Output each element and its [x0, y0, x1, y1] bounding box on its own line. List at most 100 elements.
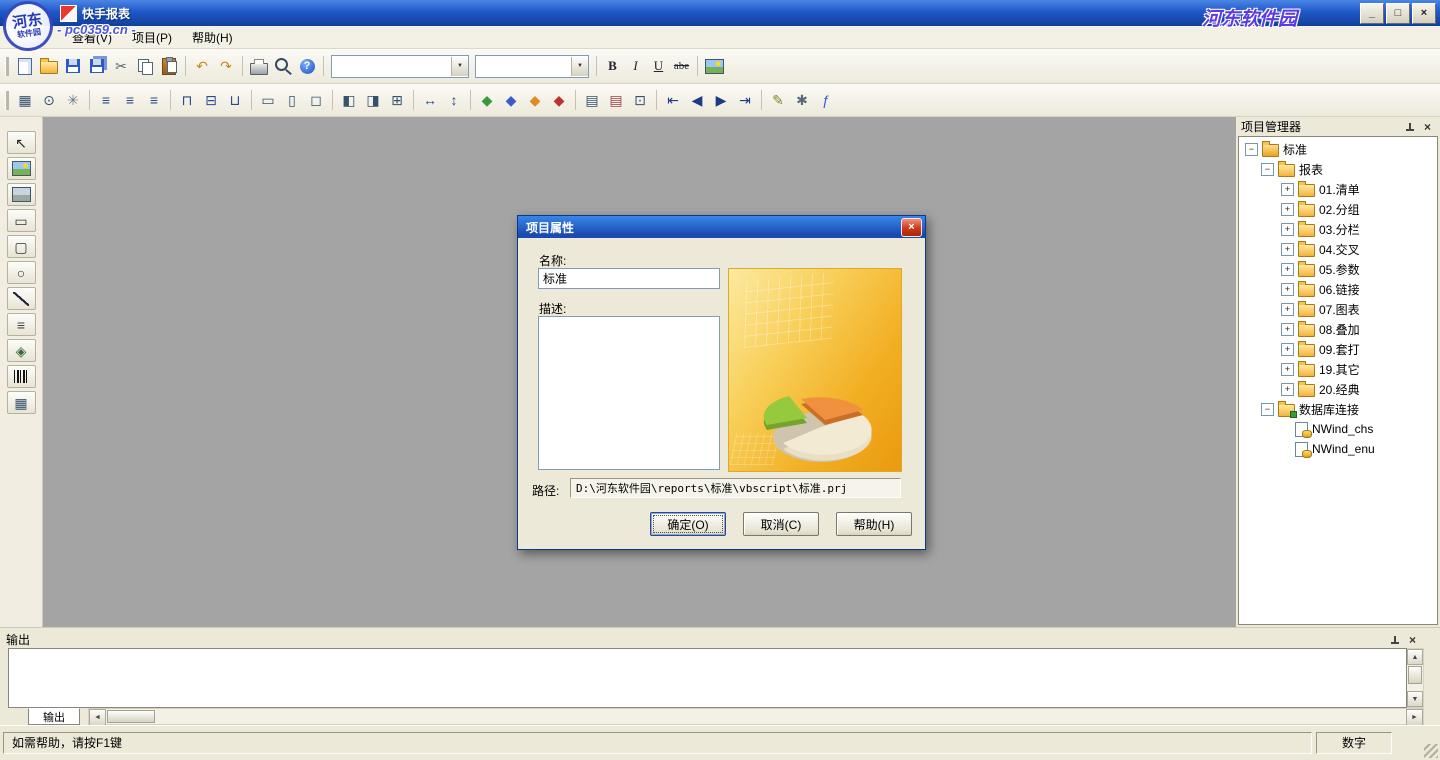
- align-centers-button[interactable]: ≡: [118, 89, 142, 112]
- group-button[interactable]: ⊞: [385, 89, 409, 112]
- last-page-button[interactable]: ⇥: [733, 89, 757, 112]
- grid-settings-button[interactable]: ✳: [61, 89, 85, 112]
- tree-item[interactable]: NWind_enu: [1239, 439, 1437, 459]
- resize-grip[interactable]: [1424, 744, 1438, 758]
- design-pen-button[interactable]: ✎: [766, 89, 790, 112]
- redo-button[interactable]: ↷: [214, 55, 238, 78]
- tree-item[interactable]: +05.参数: [1239, 259, 1437, 279]
- font-size-combo[interactable]: [475, 55, 589, 78]
- collapse-icon[interactable]: −: [1261, 403, 1274, 416]
- tree-item[interactable]: +03.分栏: [1239, 219, 1437, 239]
- dialog-title-bar[interactable]: 项目属性 ×: [518, 216, 925, 238]
- italic-button[interactable]: I: [624, 55, 647, 77]
- tree-item[interactable]: +07.图表: [1239, 299, 1437, 319]
- tree-item[interactable]: +19.其它: [1239, 359, 1437, 379]
- window-maximize-button[interactable]: □: [1386, 3, 1410, 24]
- align-tops-button[interactable]: ⊓: [175, 89, 199, 112]
- preferences-button[interactable]: ✱: [790, 89, 814, 112]
- close-icon[interactable]: [1405, 633, 1420, 647]
- first-page-button[interactable]: ⇤: [661, 89, 685, 112]
- align-rights-button[interactable]: ≡: [142, 89, 166, 112]
- zoom-button[interactable]: ⊙: [37, 89, 61, 112]
- prev-page-button[interactable]: ◀: [685, 89, 709, 112]
- dropdown-arrow-icon[interactable]: [451, 57, 468, 76]
- output-vertical-scrollbar[interactable]: ▲ ▼: [1407, 648, 1424, 708]
- bold-button[interactable]: B: [601, 55, 624, 77]
- align-middles-button[interactable]: ⊟: [199, 89, 223, 112]
- tree-item[interactable]: +04.交叉: [1239, 239, 1437, 259]
- pin-icon[interactable]: [1387, 633, 1402, 647]
- copy-button[interactable]: [133, 55, 157, 78]
- next-page-button[interactable]: ▶: [709, 89, 733, 112]
- new-report-button[interactable]: [13, 55, 37, 78]
- description-textarea[interactable]: [538, 316, 720, 470]
- line-tool-button[interactable]: [7, 287, 36, 310]
- space-across-button[interactable]: ↔: [418, 89, 442, 112]
- expand-icon[interactable]: +: [1281, 343, 1294, 356]
- align-bottoms-button[interactable]: ⊔: [223, 89, 247, 112]
- select-tool-button[interactable]: ↖: [7, 131, 36, 154]
- cancel-button[interactable]: 取消(C): [743, 512, 819, 536]
- tree-item[interactable]: +20.经典: [1239, 379, 1437, 399]
- dropdown-arrow-icon[interactable]: [571, 57, 588, 76]
- tree-item[interactable]: −报表: [1239, 159, 1437, 179]
- output-horizontal-scrollbar[interactable]: ◄ ►: [88, 708, 1424, 725]
- ellipse-tool-button[interactable]: ○: [7, 261, 36, 284]
- tree-item[interactable]: +02.分组: [1239, 199, 1437, 219]
- scroll-thumb[interactable]: [1408, 666, 1422, 684]
- shape-tool-button[interactable]: ◈: [7, 339, 36, 362]
- pin-icon[interactable]: [1402, 120, 1417, 134]
- name-input[interactable]: [538, 268, 720, 289]
- find-button[interactable]: [271, 55, 295, 78]
- toolbar-grip[interactable]: [5, 57, 9, 76]
- rounded-rectangle-tool-button[interactable]: ▢: [7, 235, 36, 258]
- paste-button[interactable]: [157, 55, 181, 78]
- space-down-button[interactable]: ↕: [442, 89, 466, 112]
- scroll-track[interactable]: [156, 709, 1406, 724]
- bring-to-front-button[interactable]: ◧: [337, 89, 361, 112]
- page-order-button[interactable]: ⊡: [628, 89, 652, 112]
- save-button[interactable]: [61, 55, 85, 78]
- dialog-close-button[interactable]: ×: [901, 218, 922, 237]
- cut-button[interactable]: ✂: [109, 55, 133, 78]
- tree-item[interactable]: +09.套打: [1239, 339, 1437, 359]
- expand-icon[interactable]: +: [1281, 263, 1294, 276]
- report-properties-button[interactable]: ▦: [13, 89, 37, 112]
- undo-button[interactable]: ↶: [190, 55, 214, 78]
- same-size-button[interactable]: ◻: [304, 89, 328, 112]
- expand-icon[interactable]: +: [1281, 203, 1294, 216]
- expand-icon[interactable]: +: [1281, 383, 1294, 396]
- insert-image-button[interactable]: [702, 55, 726, 78]
- align-lefts-button[interactable]: ≡: [94, 89, 118, 112]
- output-content[interactable]: [8, 648, 1407, 708]
- scroll-left-icon[interactable]: ◄: [89, 709, 106, 726]
- ok-button[interactable]: 确定(O): [650, 512, 726, 536]
- tree-item[interactable]: +08.叠加: [1239, 319, 1437, 339]
- window-minimize-button[interactable]: _: [1360, 3, 1384, 24]
- open-project-button[interactable]: [37, 55, 61, 78]
- tree-item[interactable]: NWind_chs: [1239, 419, 1437, 439]
- help-button[interactable]: 帮助(H): [836, 512, 912, 536]
- tree-item[interactable]: −标准: [1239, 139, 1437, 159]
- expand-icon[interactable]: +: [1281, 323, 1294, 336]
- print-button[interactable]: [247, 55, 271, 78]
- menu-help[interactable]: 帮助(H): [182, 26, 243, 49]
- tree-item[interactable]: −数据库连接: [1239, 399, 1437, 419]
- underline-button[interactable]: U: [647, 55, 670, 77]
- add-datasource-button[interactable]: ◆: [475, 89, 499, 112]
- insert-page-button[interactable]: ▤: [580, 89, 604, 112]
- image-tool-button[interactable]: [7, 183, 36, 206]
- strikeout-button[interactable]: abe: [670, 55, 693, 77]
- tree-item[interactable]: +06.链接: [1239, 279, 1437, 299]
- expand-icon[interactable]: +: [1281, 363, 1294, 376]
- tree-item[interactable]: +01.清单: [1239, 179, 1437, 199]
- rectangle-tool-button[interactable]: ▭: [7, 209, 36, 232]
- close-icon[interactable]: [1420, 120, 1435, 134]
- scroll-right-icon[interactable]: ►: [1406, 709, 1423, 726]
- picture-tool-button[interactable]: [7, 157, 36, 180]
- edit-datasource-button[interactable]: ◆: [499, 89, 523, 112]
- expand-icon[interactable]: +: [1281, 303, 1294, 316]
- expand-icon[interactable]: +: [1281, 243, 1294, 256]
- same-width-button[interactable]: ▭: [256, 89, 280, 112]
- scroll-thumb[interactable]: [107, 710, 155, 723]
